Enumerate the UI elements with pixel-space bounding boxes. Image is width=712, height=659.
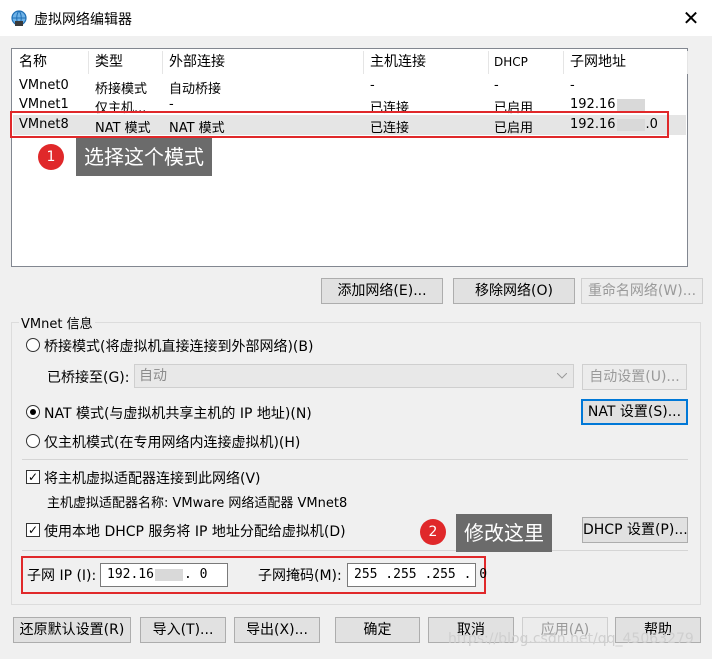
auto-settings-button[interactable]: 自动设置(U)... xyxy=(582,364,687,390)
bridged-radio[interactable] xyxy=(26,338,40,352)
annotation-callout-1: 选择这个模式 xyxy=(76,138,212,176)
column-separator xyxy=(563,51,564,74)
column-separator xyxy=(88,51,89,74)
add-network-button[interactable]: 添加网络(E)... xyxy=(321,278,443,304)
close-icon: ✕ xyxy=(682,6,700,30)
column-header-host[interactable]: 主机连接 xyxy=(370,49,426,76)
chevron-down-icon xyxy=(557,373,567,379)
subnet-mask-input[interactable]: 255 .255 .255 . 0 xyxy=(347,563,487,587)
row-vmnet0-name[interactable]: VMnet0 xyxy=(19,78,69,93)
column-header-dhcp[interactable]: DHCP xyxy=(494,49,528,76)
subnet-mask-label: 子网掩码(M): xyxy=(258,568,342,584)
row-vmnet1-name[interactable]: VMnet1 xyxy=(19,97,69,112)
bridged-to-select[interactable]: 自动 xyxy=(134,364,574,388)
remove-network-button[interactable]: 移除网络(O) xyxy=(453,278,575,304)
connect-adapter-checkbox[interactable]: ✓ xyxy=(26,470,40,484)
divider xyxy=(22,550,688,551)
subnet-ip-input[interactable]: 192.16. 0 xyxy=(100,563,228,587)
restore-defaults-button[interactable]: 还原默认设置(R) xyxy=(13,617,131,643)
redacted-blur xyxy=(154,568,183,581)
connect-adapter-label[interactable]: 将主机虚拟适配器连接到此网络(V) xyxy=(44,468,261,488)
nat-label[interactable]: NAT 模式(与虚拟机共享主机的 IP 地址)(N) xyxy=(44,403,312,423)
divider xyxy=(22,459,688,460)
hostonly-radio[interactable] xyxy=(26,434,40,448)
window-title: 虚拟网络编辑器 xyxy=(34,12,132,28)
dhcp-label[interactable]: 使用本地 DHCP 服务将 IP 地址分配给虚拟机(D) xyxy=(44,521,346,541)
row-vmnet0-host: - xyxy=(370,78,375,93)
column-header-subnet[interactable]: 子网地址 xyxy=(570,49,626,76)
network-editor-icon xyxy=(11,10,27,26)
annotation-highlight-row xyxy=(10,111,669,138)
import-button[interactable]: 导入(T)... xyxy=(140,617,226,643)
row-vmnet1-external: - xyxy=(169,97,174,112)
hostonly-label[interactable]: 仅主机模式(在专用网络内连接虚拟机)(H) xyxy=(44,432,300,452)
ok-button[interactable]: 确定 xyxy=(335,617,420,643)
row-vmnet0-type: 桥接模式 xyxy=(95,82,148,97)
nat-radio[interactable] xyxy=(26,405,40,419)
annotation-badge-1: 1 xyxy=(38,144,64,170)
row-vmnet0-subnet: - xyxy=(570,78,575,93)
column-header-name[interactable]: 名称 xyxy=(19,49,47,76)
row-vmnet0-dhcp: - xyxy=(494,78,499,93)
column-header-type[interactable]: 类型 xyxy=(95,49,123,76)
export-button[interactable]: 导出(X)... xyxy=(234,617,320,643)
vmnet-info-legend: VMnet 信息 xyxy=(19,313,95,332)
bridged-to-label: 已桥接至(G): xyxy=(47,370,130,386)
rename-network-button[interactable]: 重命名网络(W)... xyxy=(581,278,703,304)
column-header-external[interactable]: 外部连接 xyxy=(169,49,225,76)
column-separator xyxy=(687,51,688,74)
row-vmnet1-subnet: 192.16 xyxy=(570,97,646,112)
close-button[interactable]: ✕ xyxy=(676,3,706,33)
annotation-badge-2: 2 xyxy=(420,519,446,545)
dhcp-checkbox[interactable]: ✓ xyxy=(26,523,40,537)
bridged-to-value: 自动 xyxy=(139,368,167,384)
column-separator xyxy=(363,51,364,74)
bridged-label[interactable]: 桥接模式(将虚拟机直接连接到外部网络)(B) xyxy=(44,336,313,356)
redacted-blur xyxy=(616,98,645,111)
subnet-ip-label: 子网 IP (I): xyxy=(27,568,97,584)
row-vmnet0-external: 自动桥接 xyxy=(169,82,222,97)
nat-settings-button[interactable]: NAT 设置(S)... xyxy=(581,399,688,425)
column-separator xyxy=(488,51,489,74)
column-separator xyxy=(162,51,163,74)
watermark-text: https://blog.csdn.net/qq_45063279 xyxy=(448,631,694,647)
annotation-callout-2: 修改这里 xyxy=(456,514,552,552)
dhcp-settings-button[interactable]: DHCP 设置(P)... xyxy=(582,517,688,543)
adapter-name-label: 主机虚拟适配器名称: VMware 网络适配器 VMnet8 xyxy=(47,496,348,511)
